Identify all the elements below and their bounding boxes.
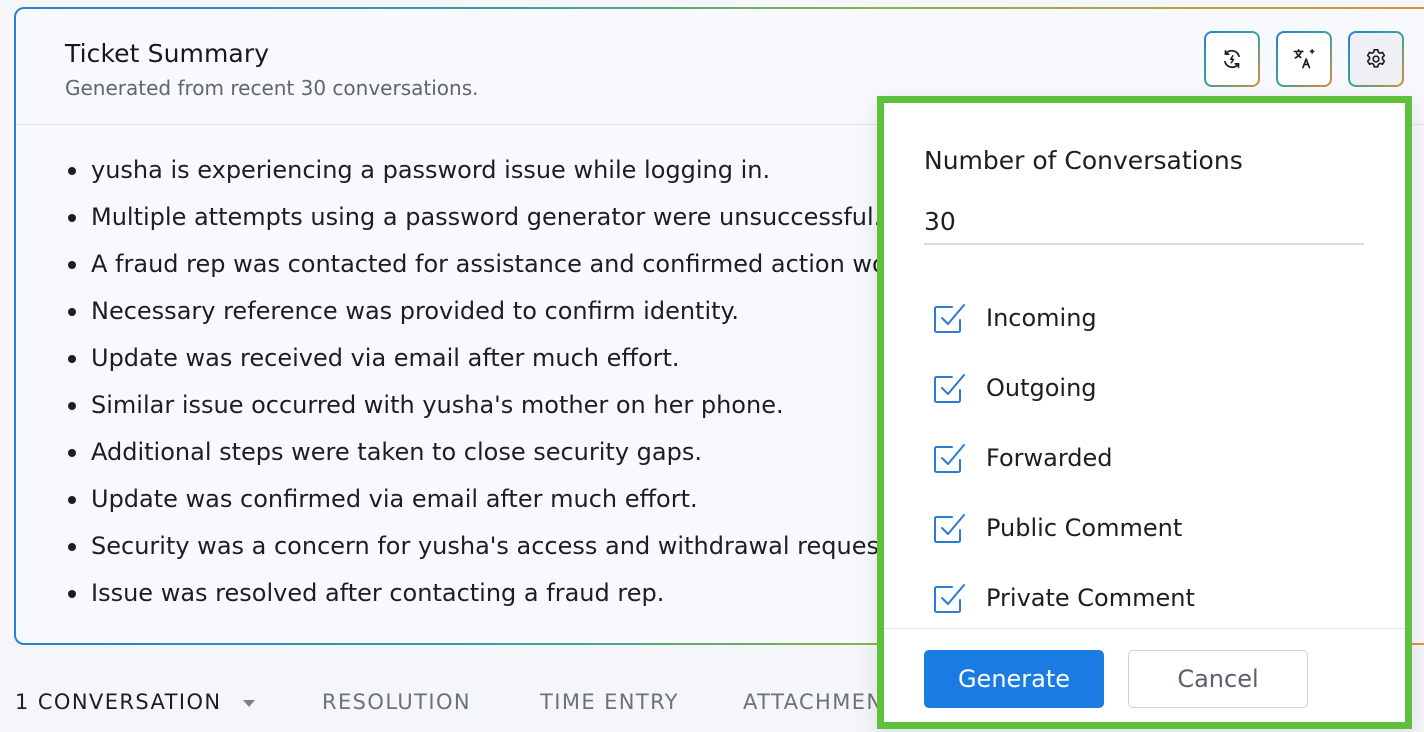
summary-item: Issue was resolved after contacting a fr… bbox=[65, 570, 888, 617]
settings-button[interactable] bbox=[1348, 31, 1404, 87]
filter-label: Private Comment bbox=[986, 584, 1195, 612]
summary-item: Additional steps were taken to close sec… bbox=[65, 429, 888, 476]
tab-label: 1 CONVERSATION bbox=[15, 690, 222, 714]
summary-item: Multiple attempts using a password gener… bbox=[65, 194, 888, 241]
tab-attachments[interactable]: ATTACHMEN bbox=[743, 690, 884, 714]
conversation-count-input[interactable] bbox=[924, 199, 1364, 245]
regenerate-button[interactable] bbox=[1204, 31, 1260, 87]
card-subtitle: Generated from recent 30 conversations. bbox=[65, 76, 479, 100]
tab-conversation[interactable]: 1 CONVERSATION bbox=[15, 690, 256, 714]
checkbox-checked-icon bbox=[934, 374, 965, 403]
summary-item: Update was confirmed via email after muc… bbox=[65, 476, 888, 523]
summary-item: yusha is experiencing a password issue w… bbox=[65, 147, 888, 194]
gear-icon bbox=[1366, 48, 1386, 68]
summary-item: Necessary reference was provided to conf… bbox=[65, 288, 888, 335]
regenerate-icon bbox=[1224, 50, 1240, 68]
filter-private-comment-checkbox[interactable]: Private Comment bbox=[930, 578, 1195, 618]
tab-label: TIME ENTRY bbox=[540, 690, 679, 714]
filter-forwarded-checkbox[interactable]: Forwarded bbox=[930, 438, 1113, 478]
checkbox-checked-icon bbox=[934, 444, 965, 473]
checkbox-checked-icon bbox=[934, 304, 965, 333]
checkbox-checked-icon bbox=[934, 584, 965, 613]
filter-public-comment-checkbox[interactable]: Public Comment bbox=[930, 508, 1182, 548]
filter-label: Incoming bbox=[986, 304, 1097, 332]
filter-outgoing-checkbox[interactable]: Outgoing bbox=[930, 368, 1097, 408]
tab-resolution[interactable]: RESOLUTION bbox=[322, 690, 471, 714]
conversation-count-label: Number of Conversations bbox=[924, 146, 1243, 175]
card-title: Ticket Summary bbox=[65, 39, 270, 68]
summary-list: yusha is experiencing a password issue w… bbox=[65, 147, 888, 617]
summary-settings-popover: Number of Conversations Incoming Outgoin… bbox=[877, 96, 1412, 729]
summary-item: Update was received via email after much… bbox=[65, 335, 888, 382]
filter-label: Public Comment bbox=[986, 514, 1183, 542]
summary-item: A fraud rep was contacted for assistance… bbox=[65, 241, 888, 288]
summary-item: Similar issue occurred with yusha's moth… bbox=[65, 382, 888, 429]
tab-time-entry[interactable]: TIME ENTRY bbox=[540, 690, 679, 714]
summary-item: Security was a concern for yusha's acces… bbox=[65, 523, 888, 570]
filter-label: Forwarded bbox=[986, 444, 1113, 472]
checkbox-checked-icon bbox=[934, 514, 965, 543]
cancel-button[interactable]: Cancel bbox=[1128, 650, 1308, 708]
tab-label: RESOLUTION bbox=[322, 690, 472, 714]
popover-footer-divider bbox=[884, 628, 1405, 629]
chevron-down-icon bbox=[243, 699, 256, 707]
generate-button[interactable]: Generate bbox=[924, 650, 1104, 708]
translate-icon bbox=[1293, 48, 1315, 69]
translate-button[interactable] bbox=[1276, 31, 1332, 87]
filter-incoming-checkbox[interactable]: Incoming bbox=[930, 298, 1097, 338]
filter-label: Outgoing bbox=[986, 374, 1097, 402]
tab-label: ATTACHMEN bbox=[743, 690, 884, 714]
